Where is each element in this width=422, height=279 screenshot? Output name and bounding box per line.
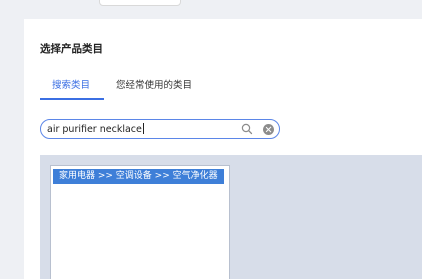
- tab-frequent-categories[interactable]: 您经常使用的类目: [116, 77, 192, 91]
- top-toolbar-strip: [0, 0, 422, 19]
- active-tab-indicator: [40, 98, 104, 100]
- tab-search-category[interactable]: 搜索类目: [52, 77, 90, 91]
- top-button-partial[interactable]: [99, 0, 181, 6]
- search-icon[interactable]: [241, 123, 253, 135]
- text-caret: [142, 123, 144, 134]
- category-result-list[interactable]: 家用电器 >> 空调设备 >> 空气净化器: [50, 165, 230, 279]
- search-results-panel: 家用电器 >> 空调设备 >> 空气净化器: [40, 155, 422, 279]
- page-title: 选择产品类目: [40, 43, 103, 55]
- list-item[interactable]: 家用电器 >> 空调设备 >> 空气净化器: [53, 169, 224, 184]
- search-input-value[interactable]: air purifier necklace: [47, 123, 144, 135]
- page: 选择产品类目 搜索类目 您经常使用的类目 air purifier neckla…: [0, 0, 422, 279]
- category-search-input[interactable]: air purifier necklace: [40, 119, 280, 139]
- clear-icon[interactable]: [263, 124, 274, 135]
- category-selector-card: 选择产品类目 搜索类目 您经常使用的类目 air purifier neckla…: [24, 19, 422, 279]
